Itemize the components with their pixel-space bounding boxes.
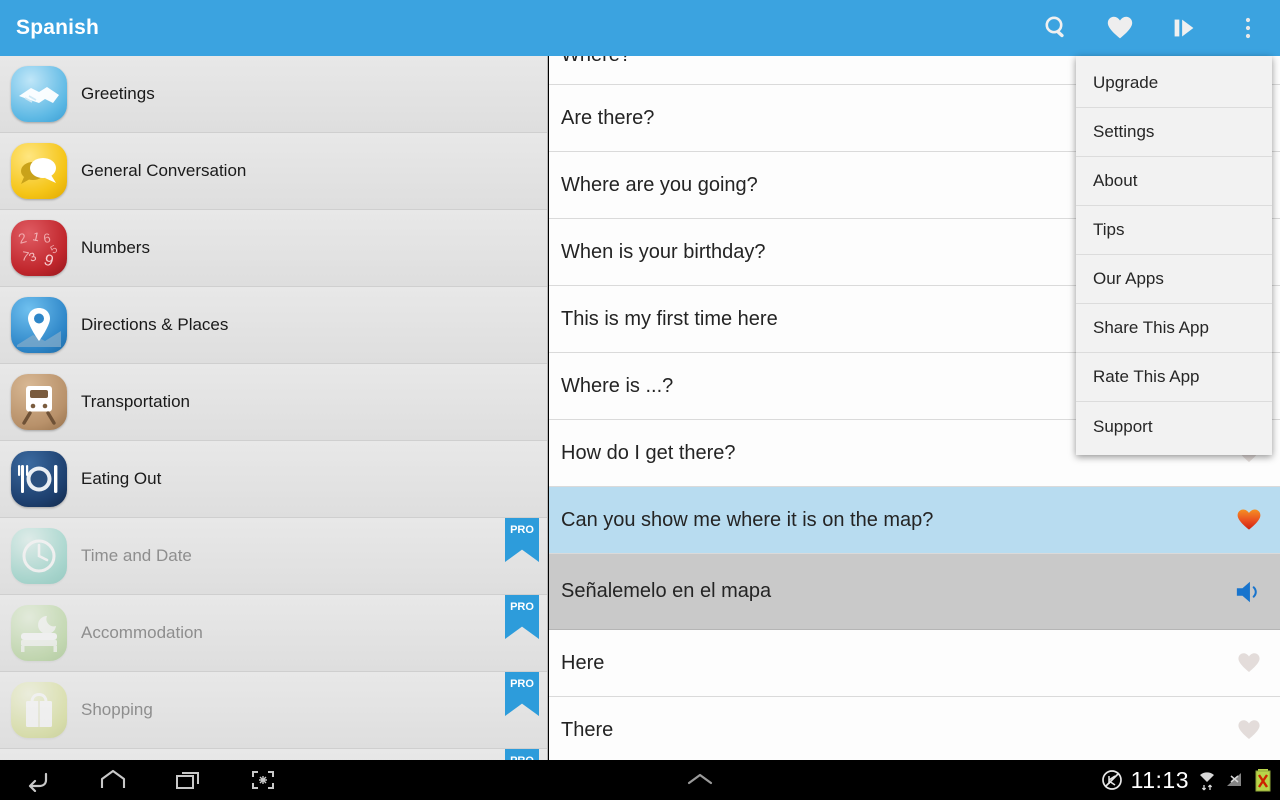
recent-apps-icon [175, 772, 199, 789]
slideshow-icon [1174, 19, 1194, 37]
overflow-menu-icon [1245, 17, 1251, 39]
action-bar: Spanish [0, 0, 1280, 56]
sidebar-item-accommodation[interactable]: Accommodation PRO [0, 595, 547, 672]
favorite-toggle[interactable] [1232, 717, 1266, 743]
menu-item-our-apps[interactable]: Our Apps [1076, 255, 1272, 304]
sidebar-item-label: Eating Out [81, 469, 162, 488]
list-item[interactable]: Here [549, 630, 1280, 697]
menu-item-tips[interactable]: Tips [1076, 206, 1272, 255]
overflow-menu-button[interactable] [1216, 0, 1280, 56]
favorites-button[interactable] [1088, 0, 1152, 56]
silent-mode-icon [1101, 770, 1122, 790]
slideshow-button[interactable] [1152, 0, 1216, 56]
numbers-icon: 2 1 6 7 3 9 5 [11, 220, 67, 276]
phrase-text: There [561, 718, 614, 741]
speech-bubbles-icon [11, 143, 67, 199]
clock-icon [11, 528, 67, 584]
back-button[interactable] [0, 768, 75, 792]
sidebar-item-label: Time and Date [81, 546, 192, 565]
sidebar-item-directions-places[interactable]: Directions & Places [0, 287, 547, 364]
svg-text:3: 3 [27, 249, 39, 265]
sidebar-item-shopping[interactable]: Shopping PRO [0, 672, 547, 749]
android-navigation-bar: 11:13 [0, 760, 1280, 800]
category-sidebar[interactable]: Greetings General Conversation 2 1 6 7 3 [0, 56, 548, 760]
status-bar[interactable]: 11:13 [1100, 767, 1280, 794]
sidebar-item-label: Directions & Places [81, 315, 229, 334]
train-icon [11, 374, 67, 430]
menu-item-support[interactable]: Support [1076, 402, 1272, 451]
pro-badge: PRO [505, 518, 539, 562]
handshake-icon [11, 66, 67, 122]
recents-button[interactable] [150, 768, 225, 792]
sidebar-item-greetings[interactable]: Greetings [0, 56, 547, 133]
shopping-bag-icon [11, 682, 67, 738]
overflow-dropdown-menu[interactable]: Upgrade Settings About Tips Our Apps Sha… [1076, 56, 1272, 455]
back-arrow-icon [28, 772, 47, 792]
clock-time: 11:13 [1130, 766, 1189, 793]
menu-item-rate-this-app[interactable]: Rate This App [1076, 353, 1272, 402]
menu-item-share-this-app[interactable]: Share This App [1076, 304, 1272, 353]
bed-icon [11, 605, 67, 661]
sidebar-item-label: General Conversation [81, 161, 247, 180]
android-tablet-screen: Spanish Greetings General Conversation 2… [0, 0, 1280, 800]
sidebar-item-label: Numbers [81, 238, 150, 257]
sidebar-item-label: Greetings [81, 84, 155, 103]
pro-badge: PRO [505, 595, 539, 639]
phrase-text: Can you show me where it is on the map? [561, 508, 934, 531]
speaker-icon [1236, 581, 1257, 602]
sidebar-item-label: Shopping [81, 700, 153, 719]
menu-item-settings[interactable]: Settings [1076, 108, 1272, 157]
pro-badge: PRO [505, 672, 539, 716]
translation-text: Señalemelo en el mapa [561, 580, 772, 602]
svg-text:2: 2 [16, 229, 28, 247]
play-audio-button[interactable] [1232, 578, 1266, 606]
sidebar-item-label: Transportation [81, 392, 190, 411]
plate-cutlery-icon [11, 451, 67, 507]
favorite-toggle[interactable] [1232, 650, 1266, 676]
page-title: Spanish [16, 16, 100, 39]
heart-filled-icon [1237, 509, 1261, 530]
menu-item-upgrade[interactable]: Upgrade [1076, 59, 1272, 108]
list-item[interactable]: There [549, 697, 1280, 760]
svg-text:6: 6 [42, 230, 51, 246]
sidebar-item-partial[interactable]: PRO [0, 749, 547, 760]
favorite-toggle[interactable] [1232, 506, 1266, 534]
map-pin-icon [11, 297, 67, 353]
svg-text:1: 1 [31, 229, 41, 244]
sidebar-item-label: Accommodation [81, 623, 203, 642]
heart-outline-icon [1238, 720, 1260, 739]
list-item-selected[interactable]: Can you show me where it is on the map? [549, 487, 1280, 554]
sidebar-item-transportation[interactable]: Transportation [0, 364, 547, 441]
phrase-text: Here [561, 651, 605, 674]
home-icon [100, 769, 125, 788]
cellular-signal-off-icon [1227, 773, 1241, 786]
heart-outline-icon [1238, 653, 1260, 672]
expand-chevron-up-icon [687, 773, 712, 785]
screenshot-button[interactable] [225, 768, 300, 792]
search-button[interactable] [1024, 0, 1088, 56]
wifi-icon [1200, 772, 1214, 791]
sidebar-item-time-and-date[interactable]: Time and Date PRO [0, 518, 547, 595]
screenshot-icon [251, 771, 274, 789]
sidebar-item-numbers[interactable]: 2 1 6 7 3 9 5 Numbers [0, 210, 547, 287]
battery-error-icon [1255, 769, 1271, 792]
pro-badge: PRO [505, 749, 539, 760]
list-item-translation[interactable]: Señalemelo en el mapa [549, 554, 1280, 630]
heart-icon [1107, 16, 1133, 39]
sidebar-item-eating-out[interactable]: Eating Out [0, 441, 547, 518]
sidebar-item-general-conversation[interactable]: General Conversation [0, 133, 547, 210]
search-icon [1045, 16, 1064, 38]
expand-button[interactable] [300, 770, 1100, 790]
menu-item-about[interactable]: About [1076, 157, 1272, 206]
home-button[interactable] [75, 768, 150, 792]
